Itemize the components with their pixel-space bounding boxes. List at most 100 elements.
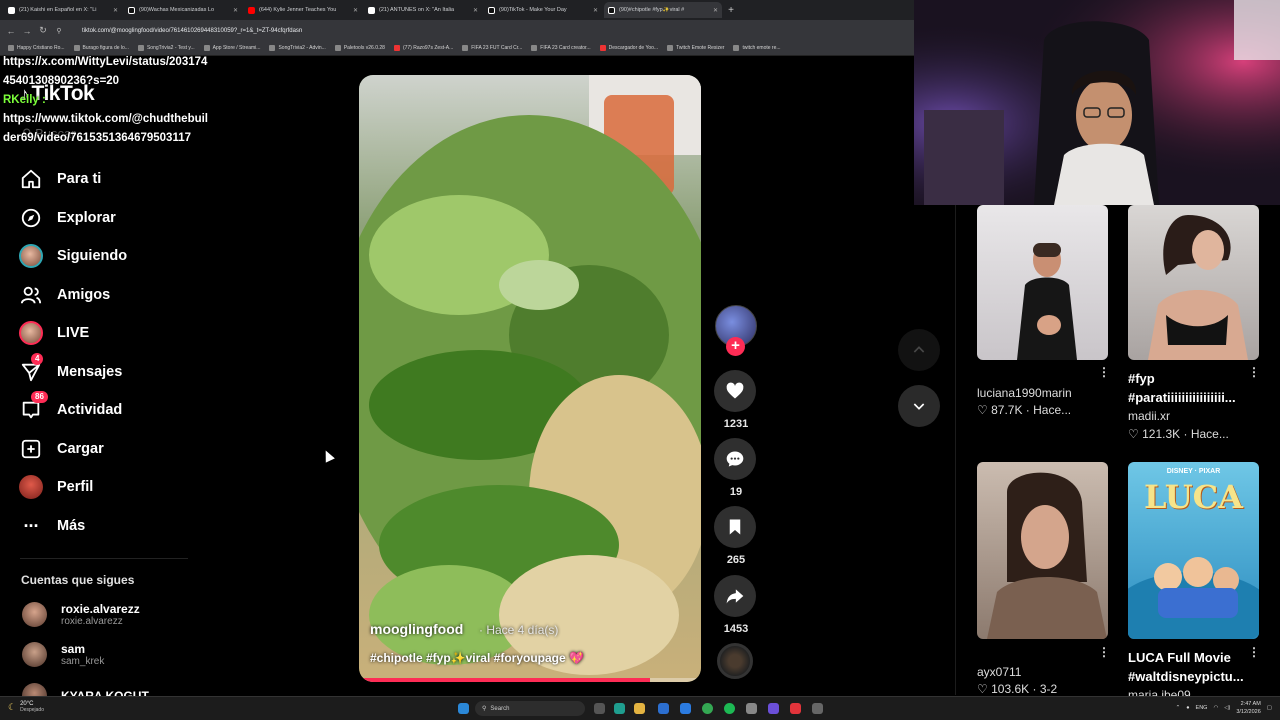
save-button[interactable] xyxy=(714,506,756,548)
store-icon[interactable] xyxy=(658,703,669,714)
sidebar-item-perfil[interactable]: Perfil xyxy=(19,473,93,501)
card-more-icon[interactable]: ⋮ xyxy=(1098,645,1110,659)
notification-icon[interactable]: ▢ xyxy=(1267,705,1272,711)
video-posted-time: · Hace 4 día(s) xyxy=(479,623,559,637)
clock[interactable]: 2:47 AM 3/12/2026 xyxy=(1236,700,1260,716)
sidebar-item-live[interactable]: LIVE xyxy=(19,319,89,347)
bookmark[interactable]: SongTrivia2 - Advin... xyxy=(269,45,326,51)
spotify-icon[interactable] xyxy=(724,703,735,714)
close-tab-icon[interactable]: ✕ xyxy=(113,7,118,14)
like-button[interactable] xyxy=(714,370,756,412)
bookmark[interactable]: FIFA 23 FUT Card Cr... xyxy=(462,45,522,51)
close-tab-icon[interactable]: ✕ xyxy=(473,7,478,14)
browser-tab[interactable]: (21) Kaishi en Español en X: "Li ✕ xyxy=(4,2,122,18)
browser-tab-active[interactable]: (90)#chipotle #fyp✨viral # ✕ xyxy=(604,2,722,18)
bookmark[interactable]: Descargador de Yoo... xyxy=(599,45,658,51)
bookmark[interactable]: (77) Razo97s Zest-A... xyxy=(393,45,453,51)
edge-icon[interactable] xyxy=(614,703,625,714)
share-button[interactable] xyxy=(714,575,756,617)
bookmark-icon xyxy=(334,45,341,51)
mic-icon[interactable]: ● xyxy=(1186,705,1189,711)
bookmark-label: Paletools v26.0.28 xyxy=(343,45,385,51)
app-icon[interactable] xyxy=(790,703,801,714)
card-title[interactable]: #fyp #paratiiiiiiiiiiiiiiii... xyxy=(1128,369,1248,407)
weather-condition: Despejado xyxy=(20,707,44,713)
card-likes: ♡ 103.6K · 3-2 xyxy=(977,682,1058,696)
video-player[interactable]: mooglingfood · Hace 4 día(s) #chipotle #… xyxy=(359,75,701,682)
bookmark[interactable]: FIFA 23 Card creator... xyxy=(531,45,591,51)
file-explorer-icon[interactable] xyxy=(634,703,645,714)
video-thumbnail[interactable] xyxy=(977,205,1108,360)
task-view-icon[interactable] xyxy=(594,703,605,714)
mail-icon[interactable] xyxy=(680,703,691,714)
card-username[interactable]: luciana1990marin xyxy=(977,386,1072,400)
browser-tab[interactable]: (90)Wachas Mexicanizadas Lo ✕ xyxy=(124,2,242,18)
card-more-icon[interactable]: ⋮ xyxy=(1098,365,1110,379)
bookmark[interactable]: Twitch Emote Resizer xyxy=(667,45,724,51)
weather-widget[interactable]: ☾ 20°C Despejado xyxy=(8,701,44,713)
sidebar-item-actividad[interactable]: 86 Actividad xyxy=(19,391,122,424)
bookmark-icon xyxy=(393,45,400,51)
close-tab-icon[interactable]: ✕ xyxy=(233,7,238,14)
sidebar-item-para-ti[interactable]: Para ti xyxy=(19,165,101,193)
bookmark[interactable]: Burago figura de lo... xyxy=(73,45,129,51)
nav-label: Para ti xyxy=(57,171,102,187)
card-title[interactable]: LUCA Full Movie #waltdisneypictu... xyxy=(1128,648,1256,686)
video-thumbnail[interactable]: DISNEY · PIXAR LUCA xyxy=(1128,462,1259,639)
card-more-icon[interactable]: ⋮ xyxy=(1248,365,1260,379)
browser-tab[interactable]: (21) ANTUNES on X: "An Italia ✕ xyxy=(364,2,482,18)
url-field[interactable]: tiktok.com/@mooglingfood/video/761461026… xyxy=(82,28,302,34)
close-tab-icon[interactable]: ✕ xyxy=(713,7,718,14)
previous-video-button[interactable] xyxy=(898,329,940,371)
nav-label: Amigos xyxy=(57,287,111,303)
chevron-up-icon[interactable]: ⌃ xyxy=(1176,705,1181,711)
card-username[interactable]: maria.ibe09 xyxy=(1128,688,1191,696)
video-progress-bar[interactable] xyxy=(359,678,701,682)
bookmark[interactable]: SongTrivia2 - Test y... xyxy=(137,45,195,51)
sidebar-item-explorar[interactable]: Explorar xyxy=(19,204,116,232)
taskbar-search[interactable]: ⚲ Search xyxy=(475,701,585,716)
bookmark[interactable]: Paletools v26.0.28 xyxy=(334,45,385,51)
site-info-icon[interactable]: ⚲ xyxy=(54,27,64,35)
tiktok-favicon-icon xyxy=(128,6,135,14)
comment-button[interactable] xyxy=(714,438,756,480)
close-tab-icon[interactable]: ✕ xyxy=(353,7,358,14)
forward-icon[interactable]: → xyxy=(22,26,32,36)
browser-tab[interactable]: (90)TikTok - Make Your Day ✕ xyxy=(484,2,602,18)
start-icon[interactable] xyxy=(458,703,469,714)
followed-account[interactable]: roxie.alvarezz roxie.alvarezz xyxy=(22,602,140,627)
back-icon[interactable]: ← xyxy=(6,26,16,36)
sidebar-item-mensajes[interactable]: 4 Mensajes xyxy=(19,353,122,386)
reload-icon[interactable]: ↻ xyxy=(38,25,48,36)
sidebar-item-mas[interactable]: ··· Más xyxy=(19,512,86,540)
browser-tab[interactable]: (644) Kylie Jenner Teaches You ✕ xyxy=(244,2,362,18)
close-tab-icon[interactable]: ✕ xyxy=(593,7,598,14)
bookmark-label: Twitch Emote Resizer xyxy=(676,45,725,51)
new-tab-button[interactable]: + xyxy=(724,5,738,16)
volume-icon[interactable]: ◁) xyxy=(1224,705,1230,711)
bookmark[interactable]: App Store / Streami... xyxy=(203,45,260,51)
bookmark[interactable]: twitch emote re... xyxy=(733,45,781,51)
next-video-button[interactable] xyxy=(898,385,940,427)
sidebar-item-cargar[interactable]: Cargar xyxy=(19,435,104,463)
video-thumbnail[interactable] xyxy=(1128,205,1259,360)
language-indicator[interactable]: ENG xyxy=(1196,705,1208,711)
discord-icon[interactable] xyxy=(768,703,779,714)
card-username[interactable]: ayx0711 xyxy=(977,665,1021,679)
sidebar-item-amigos[interactable]: Amigos xyxy=(19,281,110,309)
followed-account[interactable]: sam sam_krek xyxy=(22,642,104,667)
card-time: 3-2 xyxy=(1039,682,1058,696)
card-username[interactable]: madii.xr xyxy=(1128,409,1170,423)
video-thumbnail[interactable] xyxy=(977,462,1108,639)
settings-icon[interactable] xyxy=(746,703,757,714)
chrome-icon[interactable] xyxy=(702,703,713,714)
card-more-icon[interactable]: ⋮ xyxy=(1248,645,1260,659)
music-disc-icon[interactable] xyxy=(717,643,753,679)
bookmark[interactable]: Happy Cristiano Ro... xyxy=(8,45,65,51)
video-author[interactable]: mooglingfood xyxy=(370,621,463,637)
wifi-icon[interactable]: ◠ xyxy=(1213,705,1218,711)
app-icon[interactable] xyxy=(812,703,823,714)
sidebar-item-siguiendo[interactable]: Siguiendo xyxy=(19,242,127,270)
follow-button[interactable]: + xyxy=(726,337,745,356)
video-caption[interactable]: #chipotle #fyp✨viral #foryoupage 💖 xyxy=(370,651,584,665)
